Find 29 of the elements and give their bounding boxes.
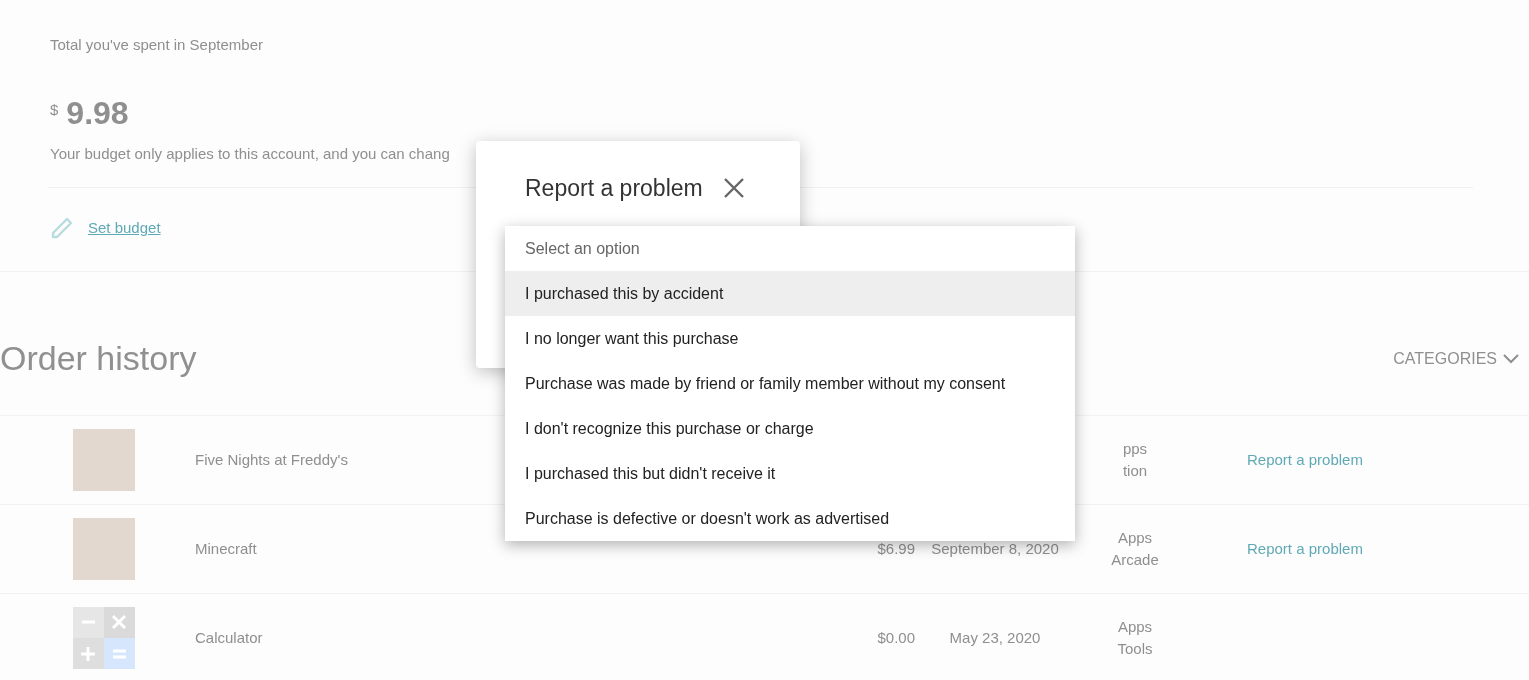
chevron-down-icon	[1503, 353, 1519, 364]
currency-symbol: $	[50, 99, 59, 120]
menu-option[interactable]: I purchased this but didn't receive it	[505, 451, 1075, 496]
menu-option[interactable]: Purchase is defective or doesn't work as advertised	[505, 496, 1075, 541]
spent-label: Total you've spent in September	[50, 35, 264, 55]
app-name: Five Nights at Freddy's	[195, 450, 348, 468]
purchase-date: May 23, 2020	[949, 629, 1041, 646]
app-image-placeholder	[73, 518, 135, 580]
amount-spent: 9.98	[66, 96, 129, 129]
pencil-icon	[50, 216, 74, 240]
app-category: Apps Arcade	[1111, 529, 1159, 568]
app-category: pps tion	[1122, 440, 1148, 479]
order-history-title: Order history	[0, 338, 197, 379]
select-field[interactable]: Select an option	[505, 226, 1075, 271]
close-button[interactable]	[722, 177, 745, 200]
app-category: Apps Tools	[1117, 618, 1153, 657]
calculator-icon	[73, 607, 135, 669]
price: $0.00	[877, 628, 915, 646]
price: $6.99	[877, 539, 915, 557]
purchase-date: September 8, 2020	[931, 540, 1059, 557]
budget-note: Your budget only applies to this account, and you can chang	[50, 143, 451, 164]
app-name: Minecraft	[195, 539, 257, 557]
app-name: Calculator	[195, 628, 263, 646]
menu-option[interactable]: I don't recognize this purchase or charge	[505, 406, 1075, 451]
menu-option[interactable]: I no longer want this purchase	[505, 316, 1075, 361]
menu-option[interactable]: Purchase was made by friend or family member without my consent	[505, 361, 1075, 406]
menu-option[interactable]: I purchased this by accident	[505, 271, 1075, 316]
dialog-title: Report a problem	[525, 174, 703, 203]
app-image-placeholder	[73, 429, 135, 491]
